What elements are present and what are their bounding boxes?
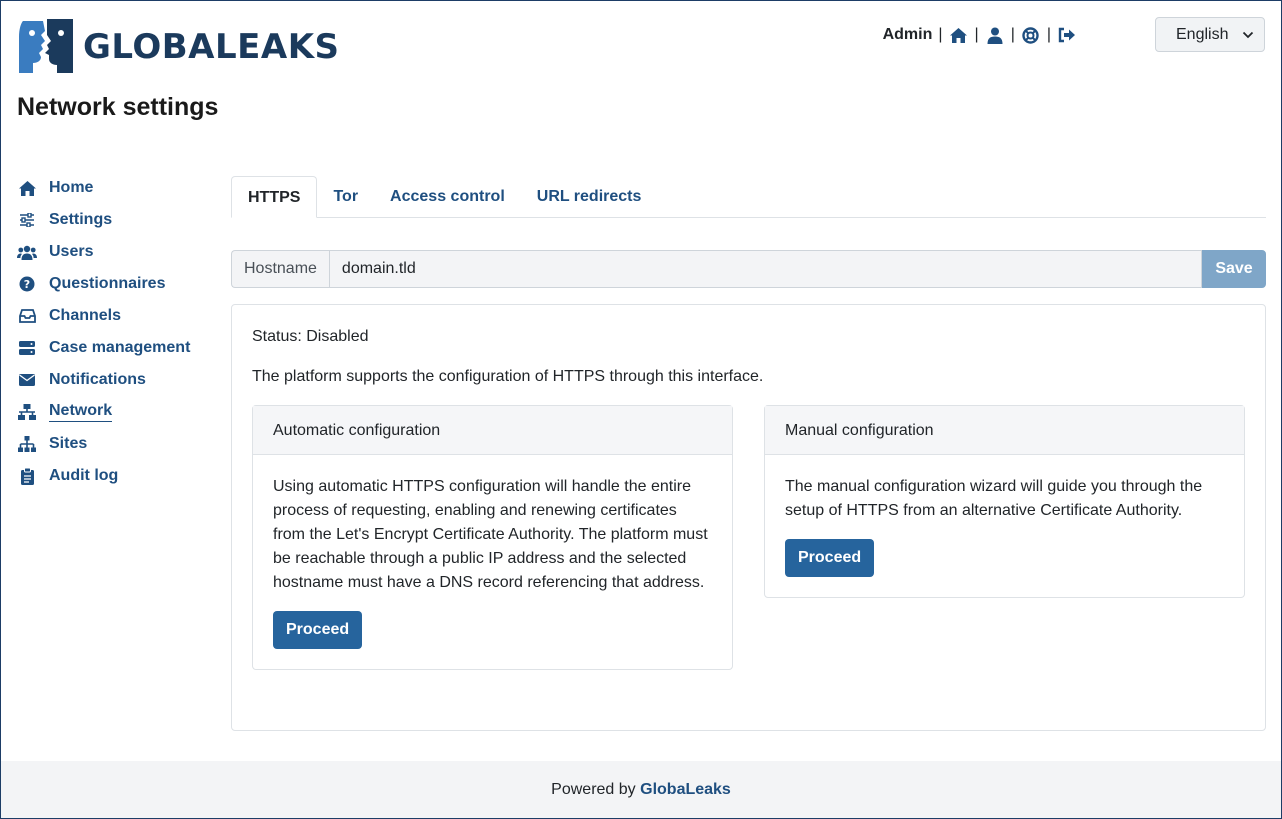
logo[interactable]: GLOBALEAKS xyxy=(17,17,340,75)
envelope-icon xyxy=(17,370,37,390)
sidebar-item-network[interactable]: Network xyxy=(17,396,217,428)
sliders-icon xyxy=(17,210,37,230)
card-description: The manual configuration wizard will gui… xyxy=(785,478,1203,519)
separator: | xyxy=(938,26,943,43)
sidebar-item-label: Case management xyxy=(49,339,191,356)
https-status: Status: Disabled xyxy=(252,328,369,345)
sidebar-item-label: Network xyxy=(49,402,113,422)
hostname-input[interactable]: domain.tld xyxy=(328,250,1202,288)
logo-text: GLOBALEAKS xyxy=(83,27,340,67)
separator: | xyxy=(1010,26,1015,43)
sidebar-item-settings[interactable]: Settings xyxy=(17,204,217,236)
home-icon[interactable] xyxy=(949,25,969,45)
header: GLOBALEAKS Admin | | | | English xyxy=(17,17,1265,77)
footer-prefix: Powered by xyxy=(551,781,636,798)
network-icon xyxy=(17,402,37,422)
proceed-manual-button[interactable]: Proceed xyxy=(785,539,875,577)
sidebar-item-label: Audit log xyxy=(49,467,119,484)
user-bar: Admin | | | | xyxy=(883,25,1077,45)
sidebar-item-notifications[interactable]: Notifications xyxy=(17,364,217,396)
sidebar-item-home[interactable]: Home xyxy=(17,172,217,204)
footer-brand-link[interactable]: GlobaLeaks xyxy=(640,781,731,798)
users-icon xyxy=(17,242,37,262)
sitemap-icon xyxy=(17,434,37,454)
main-content: HTTPS Tor Access control URL redirects H… xyxy=(231,176,1266,731)
https-card: Status: Disabled The platform supports t… xyxy=(231,304,1266,731)
language-selected: English xyxy=(1176,25,1229,43)
separator: | xyxy=(974,26,979,43)
sidebar: Home Settings Users ? Questionnaires Cha… xyxy=(17,172,217,492)
card-description: Using automatic HTTPS configuration will… xyxy=(273,478,708,591)
question-icon: ? xyxy=(17,274,37,294)
card-header: Automatic configuration xyxy=(253,406,732,455)
hostname-label: Hostname xyxy=(231,250,329,288)
language-select[interactable]: English xyxy=(1155,17,1265,52)
logout-icon[interactable] xyxy=(1057,25,1077,45)
tab-tor[interactable]: Tor xyxy=(317,176,374,218)
tab-url-redirects[interactable]: URL redirects xyxy=(521,176,658,218)
sidebar-item-questionnaires[interactable]: ? Questionnaires xyxy=(17,268,217,300)
automatic-configuration-card: Automatic configuration Using automatic … xyxy=(252,405,733,670)
sidebar-item-label: Channels xyxy=(49,307,122,324)
support-icon[interactable] xyxy=(1021,25,1041,45)
sidebar-item-case-management[interactable]: Case management xyxy=(17,332,217,364)
home-icon xyxy=(17,178,37,198)
configuration-options: Automatic configuration Using automatic … xyxy=(252,405,1245,670)
card-body: Using automatic HTTPS configuration will… xyxy=(253,455,732,669)
tab-https[interactable]: HTTPS xyxy=(231,176,318,218)
hostname-input-group: Hostname domain.tld Save xyxy=(231,250,1266,288)
sidebar-item-label: Home xyxy=(49,179,94,196)
card-body: The manual configuration wizard will gui… xyxy=(765,455,1244,597)
user-icon[interactable] xyxy=(985,25,1005,45)
footer: Powered by GlobaLeaks xyxy=(1,761,1281,818)
globaleaks-logo-icon xyxy=(19,19,73,73)
card-header: Manual configuration xyxy=(765,406,1244,455)
sidebar-item-label: Settings xyxy=(49,211,113,228)
save-button[interactable]: Save xyxy=(1202,250,1266,288)
sidebar-item-channels[interactable]: Channels xyxy=(17,300,217,332)
chevron-down-icon xyxy=(1242,31,1254,39)
tab-access-control[interactable]: Access control xyxy=(374,176,521,218)
sidebar-item-audit-log[interactable]: Audit log xyxy=(17,460,217,492)
sidebar-item-label: Users xyxy=(49,243,94,260)
server-icon xyxy=(17,338,37,358)
sidebar-item-users[interactable]: Users xyxy=(17,236,217,268)
sidebar-item-label: Sites xyxy=(49,435,88,452)
proceed-automatic-button[interactable]: Proceed xyxy=(273,611,363,649)
sidebar-item-label: Notifications xyxy=(49,371,146,388)
separator: | xyxy=(1046,26,1051,43)
page-title: Network settings xyxy=(17,93,219,121)
clipboard-icon xyxy=(17,466,37,486)
manual-configuration-card: Manual configuration The manual configur… xyxy=(764,405,1245,598)
tab-bar: HTTPS Tor Access control URL redirects xyxy=(231,176,1266,218)
sidebar-item-sites[interactable]: Sites xyxy=(17,428,217,460)
inbox-icon xyxy=(17,306,37,326)
sidebar-item-label: Questionnaires xyxy=(49,275,166,292)
username: Admin xyxy=(882,26,933,43)
https-intro: The platform supports the configuration … xyxy=(252,368,764,385)
svg-text:?: ? xyxy=(24,278,30,291)
